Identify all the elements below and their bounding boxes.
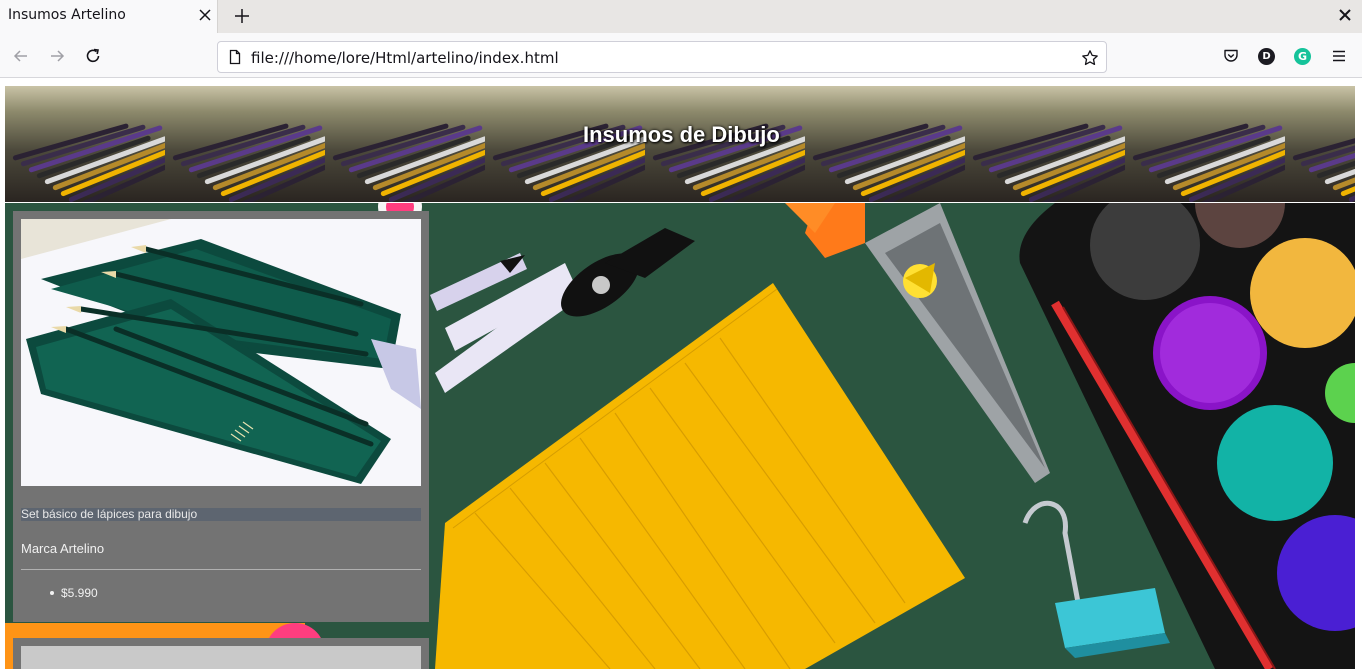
grammarly-extension-icon[interactable]: G	[1294, 48, 1311, 65]
product-brand: Marca Artelino	[21, 541, 105, 556]
header-tile	[805, 86, 965, 202]
product-title[interactable]: Set básico de lápices para dibujo	[21, 508, 421, 521]
header-tile	[1125, 86, 1285, 202]
product-image-2	[21, 646, 421, 669]
hamburger-menu-icon[interactable]	[1330, 47, 1348, 65]
header-tile	[5, 86, 165, 202]
page-header-banner: Insumos de Dibujo	[5, 86, 1355, 202]
star-icon[interactable]	[1081, 49, 1099, 67]
art-supplies-background-image: Set básico de lápices para dibujo Marca …	[5, 203, 1355, 669]
header-tile	[165, 86, 325, 202]
pencil-tin-illustration	[21, 219, 421, 486]
list-bullet	[50, 591, 54, 595]
account-avatar[interactable]: D	[1258, 48, 1275, 65]
product-image	[21, 219, 421, 486]
plus-icon[interactable]	[232, 6, 252, 26]
product-price: $5.990	[61, 586, 98, 600]
page-title: Insumos de Dibujo	[583, 122, 780, 147]
header-tile	[965, 86, 1125, 202]
header-tile	[325, 86, 485, 202]
url-text: file:///home/lore/Html/artelino/index.ht…	[251, 49, 559, 67]
pocket-icon[interactable]	[1222, 47, 1240, 65]
close-icon[interactable]	[197, 7, 213, 23]
divider	[21, 569, 421, 570]
url-bar[interactable]: file:///home/lore/Html/artelino/index.ht…	[217, 41, 1107, 73]
page-icon	[229, 49, 241, 65]
tab-title: Insumos Artelino	[8, 7, 126, 23]
back-arrow-icon[interactable]	[11, 46, 31, 66]
page-viewport: Insumos de Dibujo Set básico de lápices …	[0, 79, 1362, 669]
navigation-toolbar: file:///home/lore/Html/artelino/index.ht…	[0, 33, 1362, 78]
tab-bar: Insumos Artelino	[0, 0, 1362, 33]
window-close-icon[interactable]	[1337, 7, 1353, 23]
browser-tab[interactable]: Insumos Artelino	[0, 0, 218, 33]
product-card-2[interactable]	[13, 638, 429, 669]
forward-arrow-icon[interactable]	[47, 46, 67, 66]
reload-icon[interactable]	[83, 46, 103, 66]
product-card[interactable]: Set básico de lápices para dibujo Marca …	[13, 211, 429, 622]
header-tile	[1285, 86, 1355, 202]
